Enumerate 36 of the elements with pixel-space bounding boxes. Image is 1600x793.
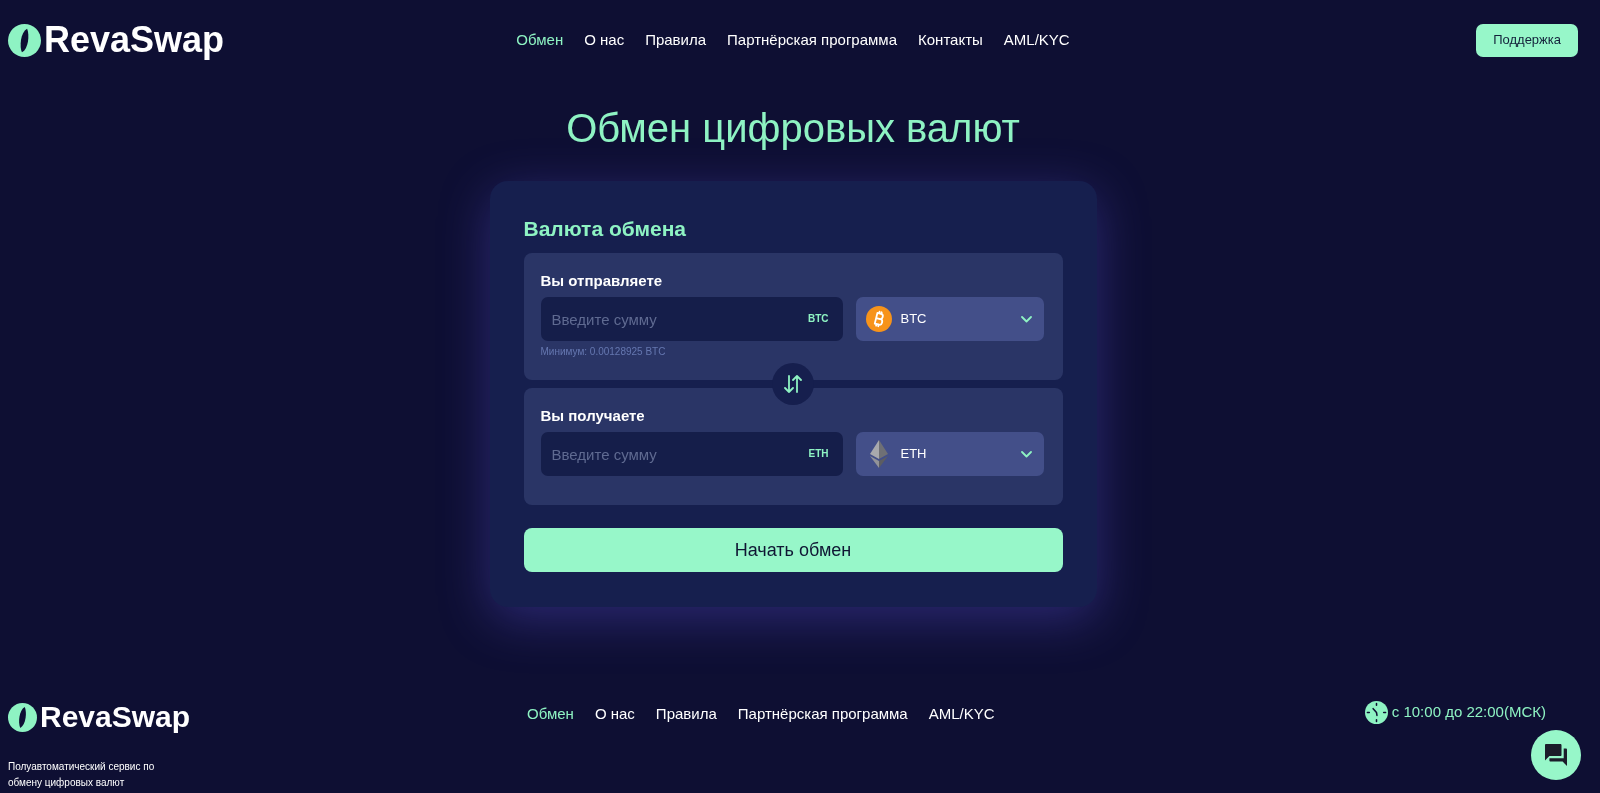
chat-button[interactable] bbox=[1531, 730, 1581, 780]
nav-link[interactable]: AML/KYC bbox=[1003, 30, 1070, 50]
currency-unit: BTC bbox=[807, 313, 829, 325]
logo-icon bbox=[8, 23, 41, 57]
chat-icon bbox=[1545, 744, 1567, 766]
swap-arrows-icon bbox=[783, 375, 803, 393]
start-exchange-button[interactable]: Начать обмен bbox=[523, 528, 1063, 572]
chevron-down-icon bbox=[1020, 450, 1032, 458]
currency-select[interactable]: BTC bbox=[855, 297, 1044, 341]
nav-link[interactable]: О нас bbox=[594, 704, 635, 724]
nav-link[interactable]: Партнёрская программа bbox=[737, 704, 908, 724]
footer-tagline: Полуавтоматический сервис по обмену цифровых валют bbox=[8, 760, 156, 790]
card-title: Валюта обмена bbox=[523, 216, 687, 242]
currency-select[interactable]: ETH bbox=[855, 432, 1044, 476]
logo-icon bbox=[8, 702, 37, 732]
page-title: Обмен цифровых валют bbox=[566, 105, 1020, 152]
nav-link[interactable]: Правила bbox=[645, 30, 707, 50]
nav-link[interactable]: Контакты bbox=[918, 30, 983, 50]
logo-link[interactable]: RevaSwap bbox=[8, 20, 225, 60]
ethereum-icon bbox=[869, 440, 888, 468]
bitcoin-icon bbox=[865, 306, 892, 332]
currency-unit: ETH bbox=[808, 448, 829, 460]
logo-link[interactable]: RevaSwap bbox=[8, 700, 191, 734]
clock-icon bbox=[1364, 700, 1388, 724]
nav-link[interactable]: Обмен bbox=[527, 704, 574, 724]
support-button[interactable]: Поддержка bbox=[1476, 23, 1578, 57]
panel-label: Вы получаете bbox=[540, 406, 646, 426]
chevron-down-icon bbox=[1020, 315, 1032, 323]
panel-label: Вы отправляете bbox=[540, 271, 664, 291]
nav-link[interactable]: Правила bbox=[655, 704, 717, 724]
nav-link[interactable]: Обмен bbox=[516, 30, 564, 50]
minimum-amount-hint: Минимум: 0.00128925 BTC bbox=[540, 345, 667, 359]
working-hours: с 10:00 до 22:00(МСК) bbox=[1391, 702, 1546, 722]
nav-link[interactable]: AML/KYC bbox=[928, 704, 995, 724]
nav-link[interactable]: Партнёрская программа bbox=[727, 30, 897, 50]
nav-link[interactable]: О нас bbox=[584, 30, 625, 50]
